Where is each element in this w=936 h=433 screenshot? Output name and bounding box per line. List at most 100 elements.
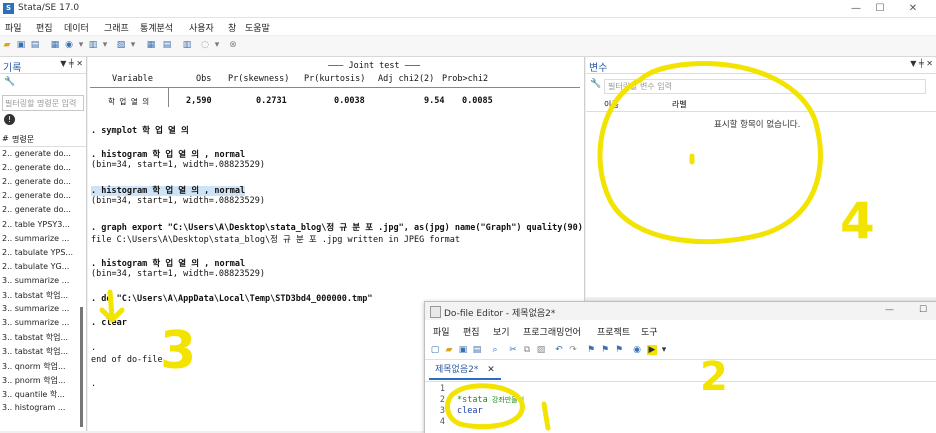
df-menu-project[interactable]: 프로젝트 [597, 325, 630, 338]
previous-bookmark-icon[interactable]: ⚑ [614, 345, 624, 355]
close-icon[interactable]: ✕ [487, 365, 495, 375]
col-label[interactable]: 라벨 [672, 99, 687, 110]
menu-edit[interactable]: 편집 [36, 21, 53, 34]
code-line-3[interactable]: clear [457, 406, 483, 416]
variable-filter-input[interactable]: 필터링할 변수 입력 [604, 79, 926, 94]
code-editor[interactable]: 1 2 3 4 *stata 강좌만들기 clear [425, 381, 936, 433]
log-icon[interactable]: ▦ [50, 40, 60, 50]
do-file-editor-window: Do-file Editor - 제목없음2* — ☐ 파일 편집 보기 프로그… [424, 301, 936, 433]
col-number[interactable]: # [2, 134, 9, 143]
history-item[interactable]: 3.. tabstat 학업... [0, 289, 80, 302]
history-item-label: 2.. generate do... [2, 149, 71, 158]
history-item[interactable]: 2.. tabulate YPS... [0, 247, 80, 260]
code-line-2[interactable]: *stata 강좌만들기 [457, 395, 524, 405]
history-item-label: 3.. tabstat 학업... [2, 333, 69, 343]
more-icon[interactable]: ◌ [200, 40, 210, 50]
history-item[interactable]: 3.. quantile 학... [0, 388, 80, 401]
menu-statistics[interactable]: 통계분석 [140, 21, 173, 34]
do-file-maximize-button[interactable]: ☐ [919, 305, 927, 315]
history-item[interactable]: 3.. tabstat 학업... [0, 345, 80, 358]
history-item-label: 2.. tabulate YG... [2, 261, 70, 271]
variables-manager-icon[interactable]: ▥ [182, 40, 192, 50]
history-item[interactable]: 2.. summarize ... [0, 233, 80, 246]
save-icon[interactable]: ▣ [16, 40, 26, 50]
open-icon[interactable]: ▰ [444, 345, 454, 355]
tab-untitled2[interactable]: 제목없음2* ✕ [429, 362, 501, 380]
redo-icon[interactable]: ↷ [568, 345, 578, 355]
undo-icon[interactable]: ↶ [554, 345, 564, 355]
history-item[interactable]: 2.. generate do... [0, 190, 80, 203]
paste-icon[interactable]: ▨ [536, 345, 546, 355]
break-icon[interactable]: ⊗ [228, 40, 238, 50]
history-item[interactable]: 3.. pnorm 학업... [0, 374, 80, 387]
col-command[interactable]: 명령문 [12, 134, 34, 145]
history-item[interactable]: 2.. table YPSY3... [0, 219, 80, 232]
df-menu-file[interactable]: 파일 [433, 325, 450, 338]
chevron-down-icon[interactable]: ▾ [76, 40, 86, 50]
wrench-icon[interactable]: 🔧 [4, 77, 15, 87]
menu-file[interactable]: 파일 [5, 21, 22, 34]
history-item[interactable]: 3.. summarize ... [0, 275, 80, 288]
history-item[interactable]: 2.. tabulate YG... [0, 261, 80, 274]
df-menu-view[interactable]: 보기 [493, 325, 510, 338]
line-number: 3 [439, 406, 445, 416]
history-item[interactable]: 2.. generate do... [0, 204, 80, 217]
history-item[interactable]: 3.. qnorm 학업... [0, 360, 80, 373]
command-echo: . graph export "C:\Users\A\Desktop\stata… [91, 223, 583, 233]
variables-panel-controls[interactable]: ▼ ╪ ✕ [910, 59, 933, 68]
close-button[interactable]: ✕ [902, 1, 924, 16]
menu-graphics[interactable]: 그래프 [104, 21, 129, 34]
output-line: . [91, 379, 97, 389]
open-icon[interactable]: ▰ [2, 40, 12, 50]
history-item[interactable]: 3.. summarize ... [0, 317, 80, 330]
df-menu-edit[interactable]: 편집 [463, 325, 480, 338]
col-name[interactable]: 이름 [604, 99, 619, 110]
history-item[interactable]: 2.. generate do... [0, 148, 80, 161]
chevron-down-icon[interactable]: ▾ [128, 40, 138, 50]
output-line: (bin=34, start=1, width=.08823529) [91, 196, 265, 206]
new-icon[interactable]: ▢ [430, 345, 440, 355]
viewer-icon[interactable]: ◉ [64, 40, 74, 50]
chevron-down-icon[interactable]: ▾ [212, 40, 222, 50]
graph-icon[interactable]: ▥ [88, 40, 98, 50]
history-filter-input[interactable]: 필터링할 명령문 입력 [2, 95, 84, 111]
bookmark-icon[interactable]: ⚑ [586, 345, 596, 355]
show-file-icon[interactable]: ◉ [632, 345, 642, 355]
info-icon[interactable]: ! [4, 114, 15, 125]
print-icon[interactable]: ▤ [472, 345, 482, 355]
row-adj-chi2: 9.54 [424, 96, 445, 106]
df-menu-language[interactable]: 프로그래밍언어 [523, 325, 581, 338]
do-file-editor-icon[interactable]: ▧ [116, 40, 126, 50]
do-file-minimize-button[interactable]: — [885, 305, 894, 315]
code-comment: *stata [457, 395, 488, 405]
data-browser-icon[interactable]: ▤ [162, 40, 172, 50]
chevron-down-icon[interactable]: ▾ [659, 345, 669, 355]
history-scrollbar[interactable] [80, 307, 83, 427]
data-editor-icon[interactable]: ▦ [146, 40, 156, 50]
copy-icon[interactable]: ⧉ [522, 345, 532, 355]
wrench-icon[interactable]: 🔧 [590, 79, 601, 89]
history-item[interactable]: 3.. summarize ... [0, 303, 80, 316]
find-icon[interactable]: ⌕ [490, 345, 500, 355]
execute-do-icon[interactable]: ▶ [647, 345, 657, 355]
menu-data[interactable]: 데이터 [64, 21, 89, 34]
history-item[interactable]: 3.. histogram ... [0, 402, 80, 415]
save-icon[interactable]: ▣ [458, 345, 468, 355]
menu-help[interactable]: 도움말 [245, 21, 270, 34]
next-bookmark-icon[interactable]: ⚑ [600, 345, 610, 355]
df-menu-tools[interactable]: 도구 [641, 325, 658, 338]
minimize-button[interactable]: — [845, 1, 867, 16]
chevron-down-icon[interactable]: ▾ [100, 40, 110, 50]
history-panel-controls[interactable]: ▼ ╪ ✕ [60, 59, 83, 68]
history-item[interactable]: 3.. tabstat 학업... [0, 331, 80, 344]
history-item-label: 3.. quantile 학... [2, 389, 65, 399]
print-icon[interactable]: ▤ [30, 40, 40, 50]
do-file-title-bar: Do-file Editor - 제목없음2* — ☐ [425, 302, 936, 320]
menu-window[interactable]: 창 [228, 21, 236, 34]
history-item[interactable]: 2.. generate do... [0, 162, 80, 175]
row-obs: 2,590 [186, 96, 212, 106]
history-item[interactable]: 2.. generate do... [0, 176, 80, 189]
cut-icon[interactable]: ✂ [508, 345, 518, 355]
menu-user[interactable]: 사용자 [189, 21, 214, 34]
maximize-button[interactable]: ☐ [869, 1, 891, 16]
